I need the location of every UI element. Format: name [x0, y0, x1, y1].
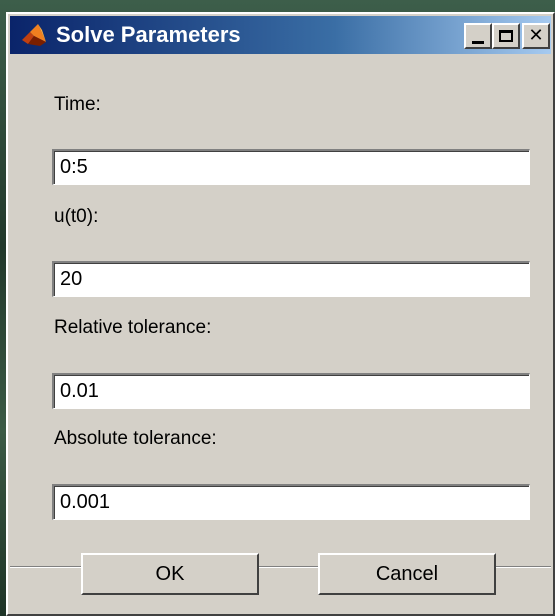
- matlab-icon: [22, 24, 46, 46]
- ok-button[interactable]: OK: [81, 553, 259, 595]
- relative-tolerance-label: Relative tolerance:: [54, 317, 212, 338]
- title-bar[interactable]: Solve Parameters ✕: [10, 16, 551, 54]
- minimize-button[interactable]: [464, 23, 492, 49]
- relative-tolerance-input[interactable]: [52, 373, 530, 409]
- close-button[interactable]: ✕: [522, 23, 550, 49]
- dialog-body: Time: u(t0): Relative tolerance: Absolut…: [10, 54, 551, 574]
- time-input[interactable]: [52, 149, 530, 185]
- time-label: Time:: [54, 94, 101, 115]
- initial-value-label: u(t0):: [54, 206, 99, 227]
- maximize-icon: [499, 30, 513, 42]
- maximize-button[interactable]: [492, 23, 520, 49]
- dialog-title: Solve Parameters: [56, 22, 241, 47]
- absolute-tolerance-label: Absolute tolerance:: [54, 428, 217, 449]
- initial-value-input[interactable]: [52, 261, 530, 297]
- solve-parameters-dialog: Solve Parameters ✕ Time: u(t0): Relative…: [6, 12, 555, 616]
- cancel-button[interactable]: Cancel: [318, 553, 496, 595]
- close-icon: ✕: [528, 25, 544, 46]
- minimize-icon: [472, 40, 484, 44]
- absolute-tolerance-input[interactable]: [52, 484, 530, 520]
